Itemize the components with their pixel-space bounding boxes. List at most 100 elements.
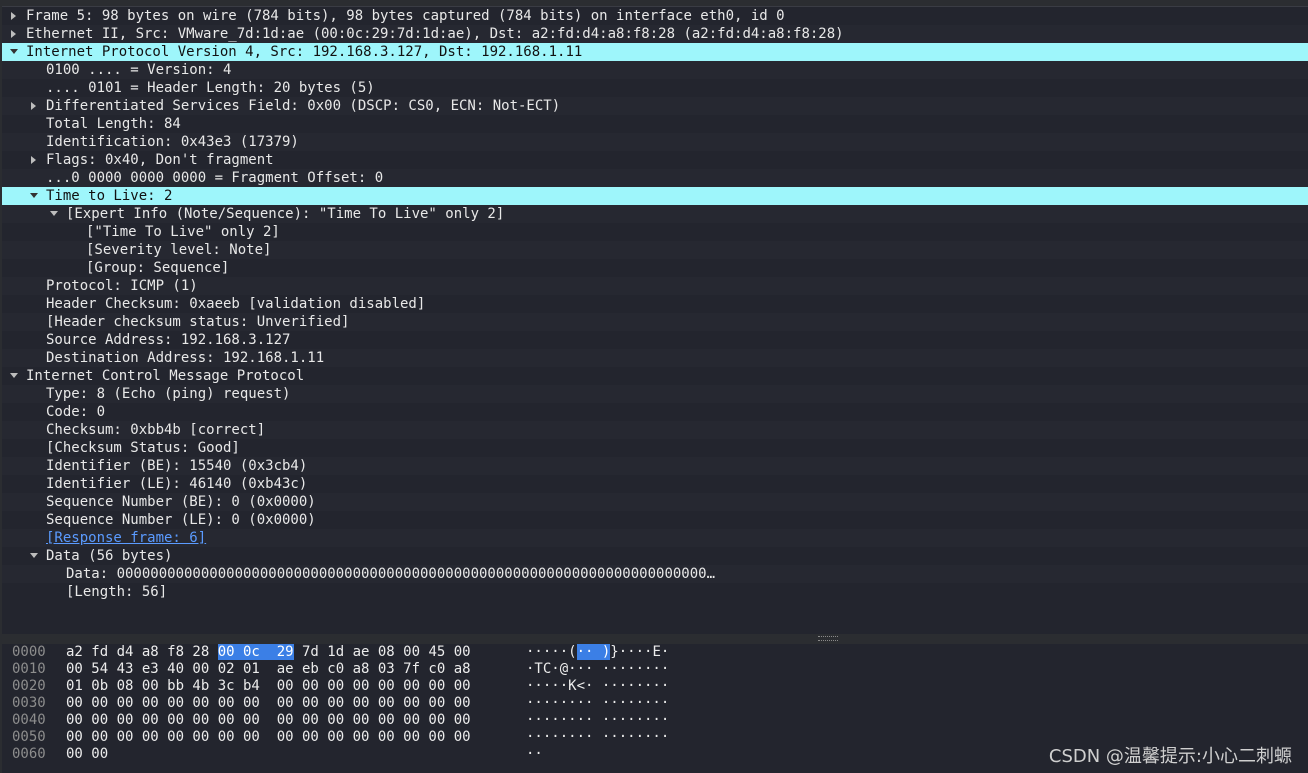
ascii-bytes[interactable]: ········ ········ [526,695,669,712]
hex-bytes-segment[interactable]: a2 fd d4 a8 f8 28 [66,644,218,660]
ascii-bytes-segment[interactable]: ·····K<· ········ [526,678,669,694]
hex-bytes-segment[interactable]: 7d 1d ae 08 00 45 00 [294,644,471,660]
packet-details-tree[interactable]: Frame 5: 98 bytes on wire (784 bits), 98… [2,6,1308,635]
expanded-arrow-icon[interactable] [28,187,40,205]
ascii-bytes[interactable]: ·TC·@··· ········ [526,661,669,678]
watermark-text: CSDN @温馨提示:小心二刺螈 [1048,746,1292,767]
tree-row-label: Source Address: 192.168.3.127 [46,332,291,348]
tree-row[interactable]: [Expert Info (Note/Sequence): "Time To L… [2,205,1308,223]
tree-row[interactable]: .... 0101 = Header Length: 20 bytes (5) [2,79,1308,97]
tree-row-label: [Expert Info (Note/Sequence): "Time To L… [66,206,505,222]
collapsed-arrow-icon[interactable] [8,7,20,25]
tree-row[interactable]: Sequence Number (LE): 0 (0x0000) [2,511,1308,529]
tree-row[interactable]: Data (56 bytes) [2,547,1308,565]
expanded-arrow-icon[interactable] [8,367,20,385]
tree-row[interactable]: Source Address: 192.168.3.127 [2,331,1308,349]
collapsed-arrow-icon[interactable] [8,25,20,43]
tree-row[interactable]: Data: 0000000000000000000000000000000000… [2,565,1308,583]
tree-row[interactable]: Flags: 0x40, Don't fragment [2,151,1308,169]
ascii-bytes[interactable]: ········ ········ [526,729,669,746]
tree-row-label: Internet Protocol Version 4, Src: 192.16… [26,44,583,60]
ascii-bytes-segment[interactable]: ········ ········ [526,729,669,745]
tree-row[interactable]: [Header checksum status: Unverified] [2,313,1308,331]
tree-row[interactable]: 0100 .... = Version: 4 [2,61,1308,79]
expanded-arrow-icon[interactable] [48,205,60,223]
tree-row[interactable]: [Group: Sequence] [2,259,1308,277]
expanded-arrow-icon[interactable] [28,547,40,565]
tree-row[interactable]: Frame 5: 98 bytes on wire (784 bits), 98… [2,7,1308,25]
hex-bytes[interactable]: 00 54 43 e3 40 00 02 01 ae eb c0 a8 03 7… [66,661,471,678]
tree-row[interactable]: ["Time To Live" only 2] [2,223,1308,241]
ascii-bytes[interactable]: ·····(·· )}····E· [526,644,669,661]
tree-row[interactable]: Protocol: ICMP (1) [2,277,1308,295]
selected-ascii-bytes[interactable]: ·· ) [576,644,611,660]
ascii-bytes[interactable]: ·····K<· ········ [526,678,669,695]
tree-row-label: Differentiated Services Field: 0x00 (DSC… [46,98,561,114]
tree-row[interactable]: [Severity level: Note] [2,241,1308,259]
hex-bytes-segment[interactable]: 00 00 00 00 00 00 00 00 00 00 00 00 00 0… [66,729,471,745]
tree-row[interactable]: Internet Control Message Protocol [2,367,1308,385]
tree-row[interactable]: Header Checksum: 0xaeeb [validation disa… [2,295,1308,313]
tree-row[interactable]: Time to Live: 2 [2,187,1308,205]
hex-bytes[interactable]: 00 00 [66,746,108,763]
tree-row-label: [Checksum Status: Good] [46,440,240,456]
collapsed-arrow-icon[interactable] [28,151,40,169]
hex-bytes-segment[interactable]: 00 00 00 00 00 00 00 00 00 00 00 00 00 0… [66,695,471,711]
byte-offset: 0010 [12,661,46,677]
hex-bytes[interactable]: 00 00 00 00 00 00 00 00 00 00 00 00 00 0… [66,695,471,712]
tree-row-label: [Severity level: Note] [86,242,272,258]
tree-row[interactable]: Code: 0 [2,403,1308,421]
tree-row[interactable]: Identification: 0x43e3 (17379) [2,133,1308,151]
tree-row[interactable]: Total Length: 84 [2,115,1308,133]
collapsed-arrow-icon[interactable] [28,97,40,115]
ascii-bytes-segment[interactable]: ········ ········ [526,712,669,728]
tree-row-label: Flags: 0x40, Don't fragment [46,152,274,168]
tree-row[interactable]: Differentiated Services Field: 0x00 (DSC… [2,97,1308,115]
response-frame-link[interactable]: [Response frame: 6] [46,529,206,547]
tree-row[interactable]: Identifier (BE): 15540 (0x3cb4) [2,457,1308,475]
hex-bytes-segment[interactable]: 00 54 43 e3 40 00 02 01 ae eb c0 a8 03 7… [66,661,471,677]
tree-row-label: Checksum: 0xbb4b [correct] [46,422,266,438]
expanded-arrow-icon[interactable] [8,43,20,61]
tree-row-label: [Header checksum status: Unverified] [46,314,350,330]
splitter-grip-icon[interactable] [818,636,838,641]
tree-row-label: Sequence Number (LE): 0 (0x0000) [46,512,316,528]
ascii-bytes-segment[interactable]: ········ ········ [526,695,669,711]
tree-row[interactable]: Ethernet II, Src: VMware_7d:1d:ae (00:0c… [2,25,1308,43]
tree-row[interactable]: Checksum: 0xbb4b [correct] [2,421,1308,439]
hex-bytes[interactable]: a2 fd d4 a8 f8 28 00 0c 29 7d 1d ae 08 0… [66,644,471,661]
ascii-bytes[interactable]: ········ ········ [526,712,669,729]
ascii-bytes-segment[interactable]: ·····( [526,644,577,660]
ascii-bytes-segment[interactable]: ·· [526,746,543,762]
selected-hex-bytes[interactable]: 00 0c 29 [217,644,294,660]
pane-splitter[interactable] [2,634,1308,644]
tree-row-label: [Group: Sequence] [86,260,230,276]
tree-row[interactable]: Sequence Number (BE): 0 (0x0000) [2,493,1308,511]
tree-row-label: Frame 5: 98 bytes on wire (784 bits), 98… [26,8,785,24]
tree-row-label: Identification: 0x43e3 (17379) [46,134,299,150]
tree-row[interactable]: ...0 0000 0000 0000 = Fragment Offset: 0 [2,169,1308,187]
tree-row[interactable]: [Response frame: 6] [2,529,1308,547]
byte-offset: 0020 [12,678,46,694]
tree-row-label: Ethernet II, Src: VMware_7d:1d:ae (00:0c… [26,26,844,42]
hex-bytes-segment[interactable]: 00 00 00 00 00 00 00 00 00 00 00 00 00 0… [66,712,471,728]
tree-row[interactable]: [Checksum Status: Good] [2,439,1308,457]
tree-row-label: ...0 0000 0000 0000 = Fragment Offset: 0 [46,170,384,186]
tree-row-label: Sequence Number (BE): 0 (0x0000) [46,494,316,510]
tree-row[interactable]: Destination Address: 192.168.1.11 [2,349,1308,367]
hex-bytes[interactable]: 01 0b 08 00 bb 4b 3c b4 00 00 00 00 00 0… [66,678,471,695]
hex-bytes-segment[interactable]: 00 00 [66,746,108,762]
tree-row-label: Protocol: ICMP (1) [46,278,198,294]
hex-bytes-segment[interactable]: 01 0b 08 00 bb 4b 3c b4 00 00 00 00 00 0… [66,678,471,694]
byte-offset: 0030 [12,695,46,711]
tree-row-label: .... 0101 = Header Length: 20 bytes (5) [46,80,375,96]
tree-row[interactable]: Internet Protocol Version 4, Src: 192.16… [2,43,1308,61]
tree-row[interactable]: Type: 8 (Echo (ping) request) [2,385,1308,403]
tree-row[interactable]: [Length: 56] [2,583,1308,601]
ascii-bytes-segment[interactable]: }····E· [610,644,669,660]
hex-bytes[interactable]: 00 00 00 00 00 00 00 00 00 00 00 00 00 0… [66,729,471,746]
hex-bytes[interactable]: 00 00 00 00 00 00 00 00 00 00 00 00 00 0… [66,712,471,729]
ascii-bytes-segment[interactable]: ·TC·@··· ········ [526,661,669,677]
tree-row[interactable]: Identifier (LE): 46140 (0xb43c) [2,475,1308,493]
ascii-bytes[interactable]: ·· [526,746,543,763]
